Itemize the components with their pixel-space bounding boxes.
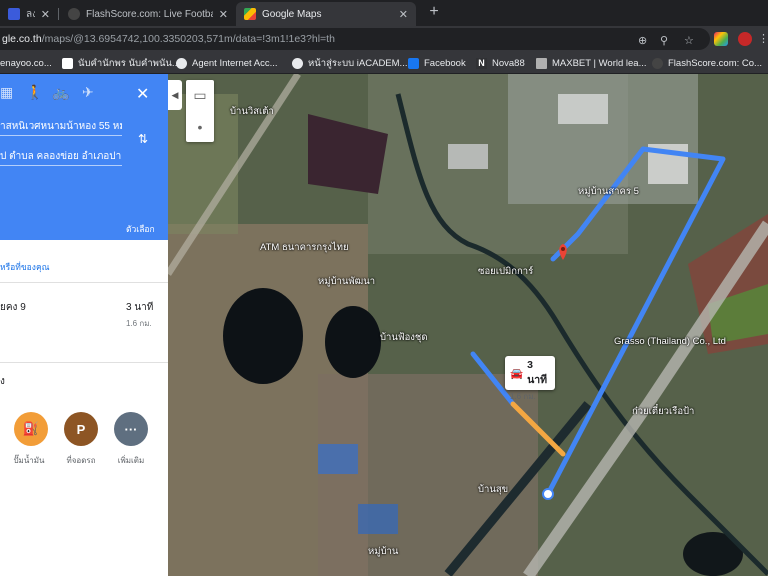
route-name[interactable]: ยคง 9 — [0, 300, 26, 315]
extension-icon[interactable] — [714, 32, 728, 46]
bookmark-item[interactable]: Facebook — [408, 55, 466, 71]
satellite-map[interactable]: บ้านวิสเต้า ATM ธนาคารกรุงไทย หมู่บ้านพั… — [168, 74, 768, 576]
extension-icon[interactable] — [738, 32, 752, 46]
parking-button[interactable]: P — [64, 412, 98, 446]
bookmark-label: Agent Internet Acc... — [192, 57, 278, 69]
destination-input[interactable]: ป ตำบล คลองข่อย อำเภอปา — [0, 144, 122, 166]
star-icon[interactable]: ☆ — [684, 34, 694, 47]
close-icon[interactable]: ✕ — [219, 8, 228, 21]
collapse-panel-button[interactable]: ◀ — [168, 80, 182, 110]
map-label[interactable]: บ้านวิสเต้า — [230, 104, 274, 119]
tab-title: FlashScore.com: Live Football Sc — [86, 8, 213, 20]
globe-icon — [292, 57, 303, 69]
gas-station-button[interactable]: ⛽ — [14, 412, 48, 446]
route-eta-callout[interactable]: 🚘 3 นาที 1.6 กม. — [505, 356, 555, 401]
route-distance: 1.6 กม. — [126, 319, 152, 328]
more-icon: ··· — [124, 421, 138, 437]
globe-icon — [176, 57, 187, 69]
url-text: gle.co.th/maps/@13.6954742,100.3350203,5… — [2, 33, 335, 45]
nova88-icon: N — [476, 57, 487, 69]
tab-1[interactable]: ลงทะ ✕ — [0, 2, 58, 26]
map-label[interactable]: บ้านฟ้องชุด — [380, 330, 428, 345]
nearby-title: ง — [0, 376, 5, 387]
tab-title: Google Maps — [262, 8, 322, 20]
document-icon — [62, 57, 73, 69]
map-label[interactable]: ก๋วยเตี๋ยวเรือป้า — [632, 404, 694, 419]
tab-3[interactable]: Google Maps ✕ — [236, 2, 416, 26]
zoom-out-icon[interactable]: • — [186, 111, 214, 142]
toolbar: gle.co.th/maps/@13.6954742,100.3350203,5… — [0, 26, 768, 52]
url-path: /maps/@13.6954742,100.3350203,571m/data=… — [41, 33, 335, 45]
satellite-imagery — [168, 74, 768, 576]
layers-icon[interactable]: ▭ — [186, 80, 214, 111]
map-label[interactable]: หมู่บ้าน — [368, 544, 398, 559]
bookmark-item[interactable]: MAXBET | World lea... — [536, 55, 647, 71]
address-bar[interactable]: gle.co.th/maps/@13.6954742,100.3350203,5… — [0, 28, 710, 50]
tab-2[interactable]: FlashScore.com: Live Football Sc ✕ — [60, 2, 236, 26]
map-label[interactable]: หมู่บ้านพัฒนา — [318, 274, 375, 289]
location-target-icon[interactable]: ⊕ — [638, 34, 647, 47]
bookmarks-bar: enayoo.co... นับคำนักพร นับคำพนัน... Age… — [0, 52, 768, 74]
cycling-mode-icon[interactable]: 🚲 — [52, 84, 69, 101]
car-icon: 🚘 — [510, 368, 524, 380]
bookmark-item[interactable]: นับคำนักพร นับคำพนัน... — [62, 55, 180, 71]
zoom-icon[interactable]: ⚲ — [660, 34, 668, 47]
tab-title: ลงทะ — [26, 8, 35, 20]
url-host: gle.co.th — [2, 33, 42, 45]
bookmark-item[interactable]: หน้าสู่ระบบ iACADEM... — [292, 55, 407, 71]
directions-panel: ▦ 🚶 🚲 ✈ ✕ าสหนิเวศหนามน้าหอง 55 หมู่ ป ต… — [0, 74, 168, 576]
maxbet-icon — [536, 57, 547, 69]
new-tab-icon[interactable]: + — [424, 3, 444, 21]
map-label[interactable]: บ้านสุข — [478, 482, 508, 497]
swap-icon[interactable]: ⇅ — [138, 132, 148, 146]
bookmark-label: นับคำนักพร นับคำพนัน... — [78, 57, 180, 69]
poi-label: เพิ่มเติม — [117, 456, 145, 465]
close-icon[interactable]: ✕ — [41, 8, 50, 21]
bookmark-item[interactable]: FlashScore.com: Co... — [652, 55, 762, 71]
bookmark-label: หน้าสู่ระบบ iACADEM... — [308, 57, 408, 69]
route-time: 3 นาที — [126, 302, 154, 313]
tab-separator — [58, 8, 59, 20]
eta-distance: 1.6 กม. — [510, 392, 536, 401]
google-maps-favicon-icon — [244, 8, 256, 20]
bookmark-label: enayoo.co... — [0, 57, 52, 69]
bookmark-label: FlashScore.com: Co... — [668, 57, 762, 69]
tab-strip: ลงทะ ✕ FlashScore.com: Live Football Sc … — [0, 0, 768, 26]
directions-header: ▦ 🚶 🚲 ✈ ✕ าสหนิเวศหนามน้าหอง 55 หมู่ ป ต… — [0, 74, 168, 240]
divider — [0, 362, 168, 363]
options-button[interactable]: ตัวเลือก — [126, 222, 155, 236]
suggested-link[interactable]: หรือที่ของคุณ — [0, 260, 50, 274]
close-icon[interactable]: ✕ — [399, 8, 408, 21]
parking-icon: P — [76, 421, 86, 437]
bookmark-label: MAXBET | World lea... — [552, 57, 647, 69]
divider — [0, 282, 168, 283]
walking-mode-icon[interactable]: 🚶 — [26, 84, 43, 101]
close-directions-icon[interactable]: ✕ — [136, 84, 149, 104]
transit-mode-icon[interactable]: ▦ — [0, 84, 13, 101]
poi-label: ที่จอดรถ — [66, 456, 96, 465]
flight-mode-icon[interactable]: ✈ — [82, 84, 94, 101]
map-label[interactable]: หมู่บ้านสาคร 5 — [578, 184, 639, 199]
flashscore-favicon-icon — [68, 8, 80, 20]
eta-time: 3 นาที — [527, 359, 548, 386]
bookmark-label: Facebook — [424, 57, 466, 69]
bookmark-item[interactable]: Agent Internet Acc... — [176, 55, 278, 71]
origin-input[interactable]: าสหนิเวศหนามน้าหอง 55 หมู่ — [0, 114, 122, 136]
bookmark-item[interactable]: N Nova88 — [476, 55, 525, 71]
bookmark-label: Nova88 — [492, 57, 525, 69]
gas-station-icon: ⛽ — [22, 421, 40, 436]
zoom-control: ▭ • — [186, 80, 214, 142]
tab-favicon-icon — [8, 8, 20, 20]
map-label[interactable]: Grasso (Thailand) Co., Ltd — [614, 336, 726, 347]
poi-label: ปั๊มน้ำมัน — [13, 456, 45, 465]
more-button[interactable]: ··· — [114, 412, 148, 446]
menu-icon[interactable]: ⋮ — [758, 32, 768, 45]
map-label[interactable]: ซอยเปมิกการ์ — [478, 264, 533, 279]
facebook-icon — [408, 57, 419, 69]
bookmark-item[interactable]: enayoo.co... — [0, 55, 52, 71]
map-label[interactable]: ATM ธนาคารกรุงไทย — [260, 240, 349, 255]
flashscore-icon — [652, 57, 663, 69]
